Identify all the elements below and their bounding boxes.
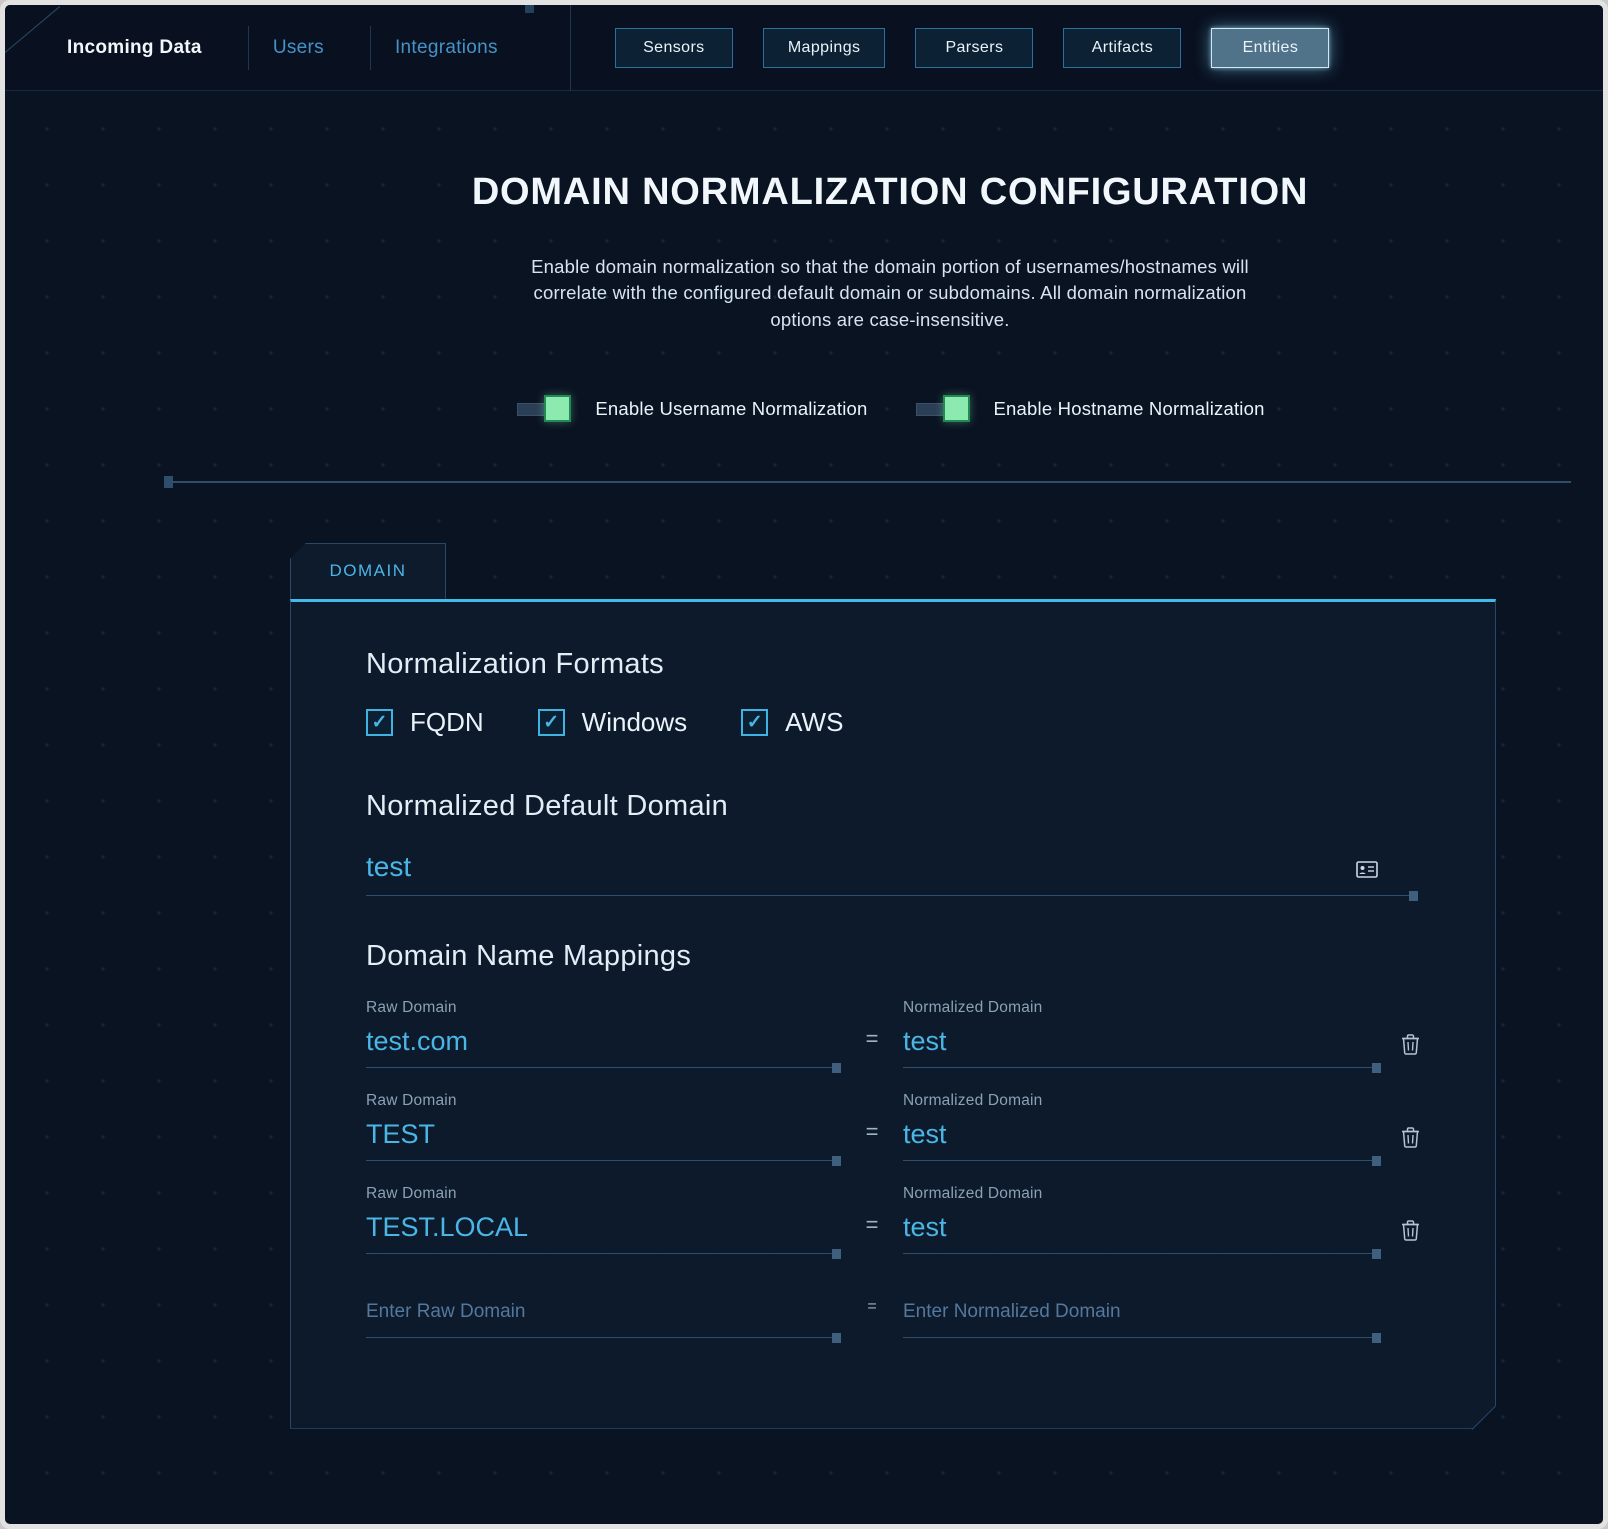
- domain-panel: Normalization Formats ✓ FQDN ✓ Windows ✓…: [290, 599, 1496, 1429]
- normalization-formats-heading: Normalization Formats: [366, 648, 1418, 681]
- hero-section: DOMAIN NORMALIZATION CONFIGURATION Enabl…: [175, 91, 1605, 425]
- normalized-domain-field: Normalized Domain: [903, 1092, 1381, 1161]
- mapping-row: Raw Domain = Normalized Domain: [366, 1185, 1418, 1254]
- checkbox-checked-icon: ✓: [741, 709, 768, 736]
- top-nav: Incoming Data Users Integrations Sensors…: [5, 5, 1603, 91]
- normalization-toggles: Enable Username Normalization Enable Hos…: [175, 393, 1605, 425]
- domain-panel-wrap: Normalization Formats ✓ FQDN ✓ Windows ✓…: [290, 599, 1496, 1429]
- format-checkboxes: ✓ FQDN ✓ Windows ✓ AWS: [366, 707, 1418, 738]
- delete-mapping-button[interactable]: [1397, 1215, 1424, 1248]
- mapping-row: Raw Domain = Normalized Domain: [366, 1092, 1418, 1161]
- username-normalization-label: Enable Username Normalization: [595, 398, 867, 420]
- checkbox-fqdn-label: FQDN: [410, 707, 484, 738]
- tab-domain[interactable]: DOMAIN: [290, 543, 446, 599]
- nav-button-group: Sensors Mappings Parsers Artifacts Entit…: [615, 28, 1330, 68]
- equals-sign: =: [841, 1212, 903, 1254]
- equals-sign: =: [841, 1119, 903, 1161]
- nav-item-users[interactable]: Users: [249, 37, 370, 59]
- hostname-normalization-label: Enable Hostname Normalization: [994, 398, 1265, 420]
- raw-domain-input[interactable]: [366, 1119, 841, 1150]
- new-raw-domain-input[interactable]: [366, 1301, 841, 1327]
- toggle-knob: [544, 395, 571, 422]
- equals-sign: =: [841, 1298, 903, 1338]
- checkbox-aws-label: AWS: [785, 707, 843, 738]
- entities-button[interactable]: Entities: [1211, 28, 1329, 68]
- section-divider: [170, 481, 1571, 483]
- checkbox-checked-icon: ✓: [538, 709, 565, 736]
- checkbox-fqdn[interactable]: ✓ FQDN: [366, 707, 484, 738]
- normalized-domain-input[interactable]: [903, 1026, 1381, 1057]
- trash-icon: [1401, 1126, 1420, 1148]
- nav-item-integrations[interactable]: Integrations: [371, 37, 544, 59]
- normalized-domain-input[interactable]: [903, 1212, 1381, 1243]
- default-domain-field: [366, 851, 1418, 896]
- page-description: Enable domain normalization so that the …: [505, 254, 1275, 333]
- new-mapping-row: =: [366, 1298, 1418, 1338]
- new-normalized-domain-field: [903, 1301, 1381, 1338]
- raw-domain-label: Raw Domain: [366, 999, 841, 1017]
- mapping-row: Raw Domain = Normalized Domain: [366, 999, 1418, 1068]
- checkbox-windows[interactable]: ✓ Windows: [538, 707, 687, 738]
- raw-domain-field: Raw Domain: [366, 1185, 841, 1254]
- checkbox-windows-label: Windows: [582, 707, 687, 738]
- username-normalization-toggle[interactable]: [515, 393, 573, 425]
- normalized-domain-input[interactable]: [903, 1119, 1381, 1150]
- raw-domain-label: Raw Domain: [366, 1092, 841, 1110]
- normalized-domain-field: Normalized Domain: [903, 999, 1381, 1068]
- sensors-button[interactable]: Sensors: [615, 28, 733, 68]
- contact-card-icon: [1356, 861, 1378, 883]
- trash-icon: [1401, 1219, 1420, 1241]
- username-normalization-group: Enable Username Normalization: [515, 393, 867, 425]
- default-domain-heading: Normalized Default Domain: [366, 790, 1418, 823]
- hostname-normalization-group: Enable Hostname Normalization: [914, 393, 1265, 425]
- new-normalized-domain-input[interactable]: [903, 1301, 1381, 1327]
- delete-mapping-button[interactable]: [1397, 1029, 1424, 1062]
- new-raw-domain-field: [366, 1301, 841, 1338]
- mappings-button[interactable]: Mappings: [763, 28, 886, 68]
- row-actions: [1381, 1029, 1424, 1068]
- checkbox-aws[interactable]: ✓ AWS: [741, 707, 843, 738]
- page-title: DOMAIN NORMALIZATION CONFIGURATION: [175, 91, 1605, 214]
- row-actions: [1381, 1215, 1424, 1254]
- artifacts-button[interactable]: Artifacts: [1063, 28, 1181, 68]
- nav-item-incoming-data[interactable]: Incoming Data: [67, 37, 248, 59]
- raw-domain-field: Raw Domain: [366, 999, 841, 1068]
- raw-domain-label: Raw Domain: [366, 1185, 841, 1203]
- normalized-domain-label: Normalized Domain: [903, 1092, 1381, 1110]
- checkbox-checked-icon: ✓: [366, 709, 393, 736]
- main-content: DOMAIN NORMALIZATION CONFIGURATION Enabl…: [5, 91, 1603, 1524]
- trash-icon: [1401, 1033, 1420, 1055]
- normalized-domain-label: Normalized Domain: [903, 999, 1381, 1017]
- raw-domain-field: Raw Domain: [366, 1092, 841, 1161]
- nav-links: Incoming Data Users Integrations: [5, 5, 571, 90]
- equals-sign: =: [841, 1026, 903, 1068]
- normalized-domain-field: Normalized Domain: [903, 1185, 1381, 1254]
- normalized-domain-label: Normalized Domain: [903, 1185, 1381, 1203]
- domain-mappings-list: Raw Domain = Normalized Domain: [366, 999, 1418, 1338]
- row-actions: [1381, 1122, 1424, 1161]
- raw-domain-input[interactable]: [366, 1212, 841, 1243]
- nav-separator: [570, 5, 571, 91]
- delete-mapping-button[interactable]: [1397, 1122, 1424, 1155]
- domain-mappings-heading: Domain Name Mappings: [366, 940, 1418, 973]
- hostname-normalization-toggle[interactable]: [914, 393, 972, 425]
- nav-notch-decoration: [525, 5, 534, 13]
- raw-domain-input[interactable]: [366, 1026, 841, 1057]
- app-window: Incoming Data Users Integrations Sensors…: [0, 0, 1608, 1529]
- parsers-button[interactable]: Parsers: [915, 28, 1033, 68]
- toggle-knob: [943, 395, 970, 422]
- default-domain-input[interactable]: [366, 851, 1418, 883]
